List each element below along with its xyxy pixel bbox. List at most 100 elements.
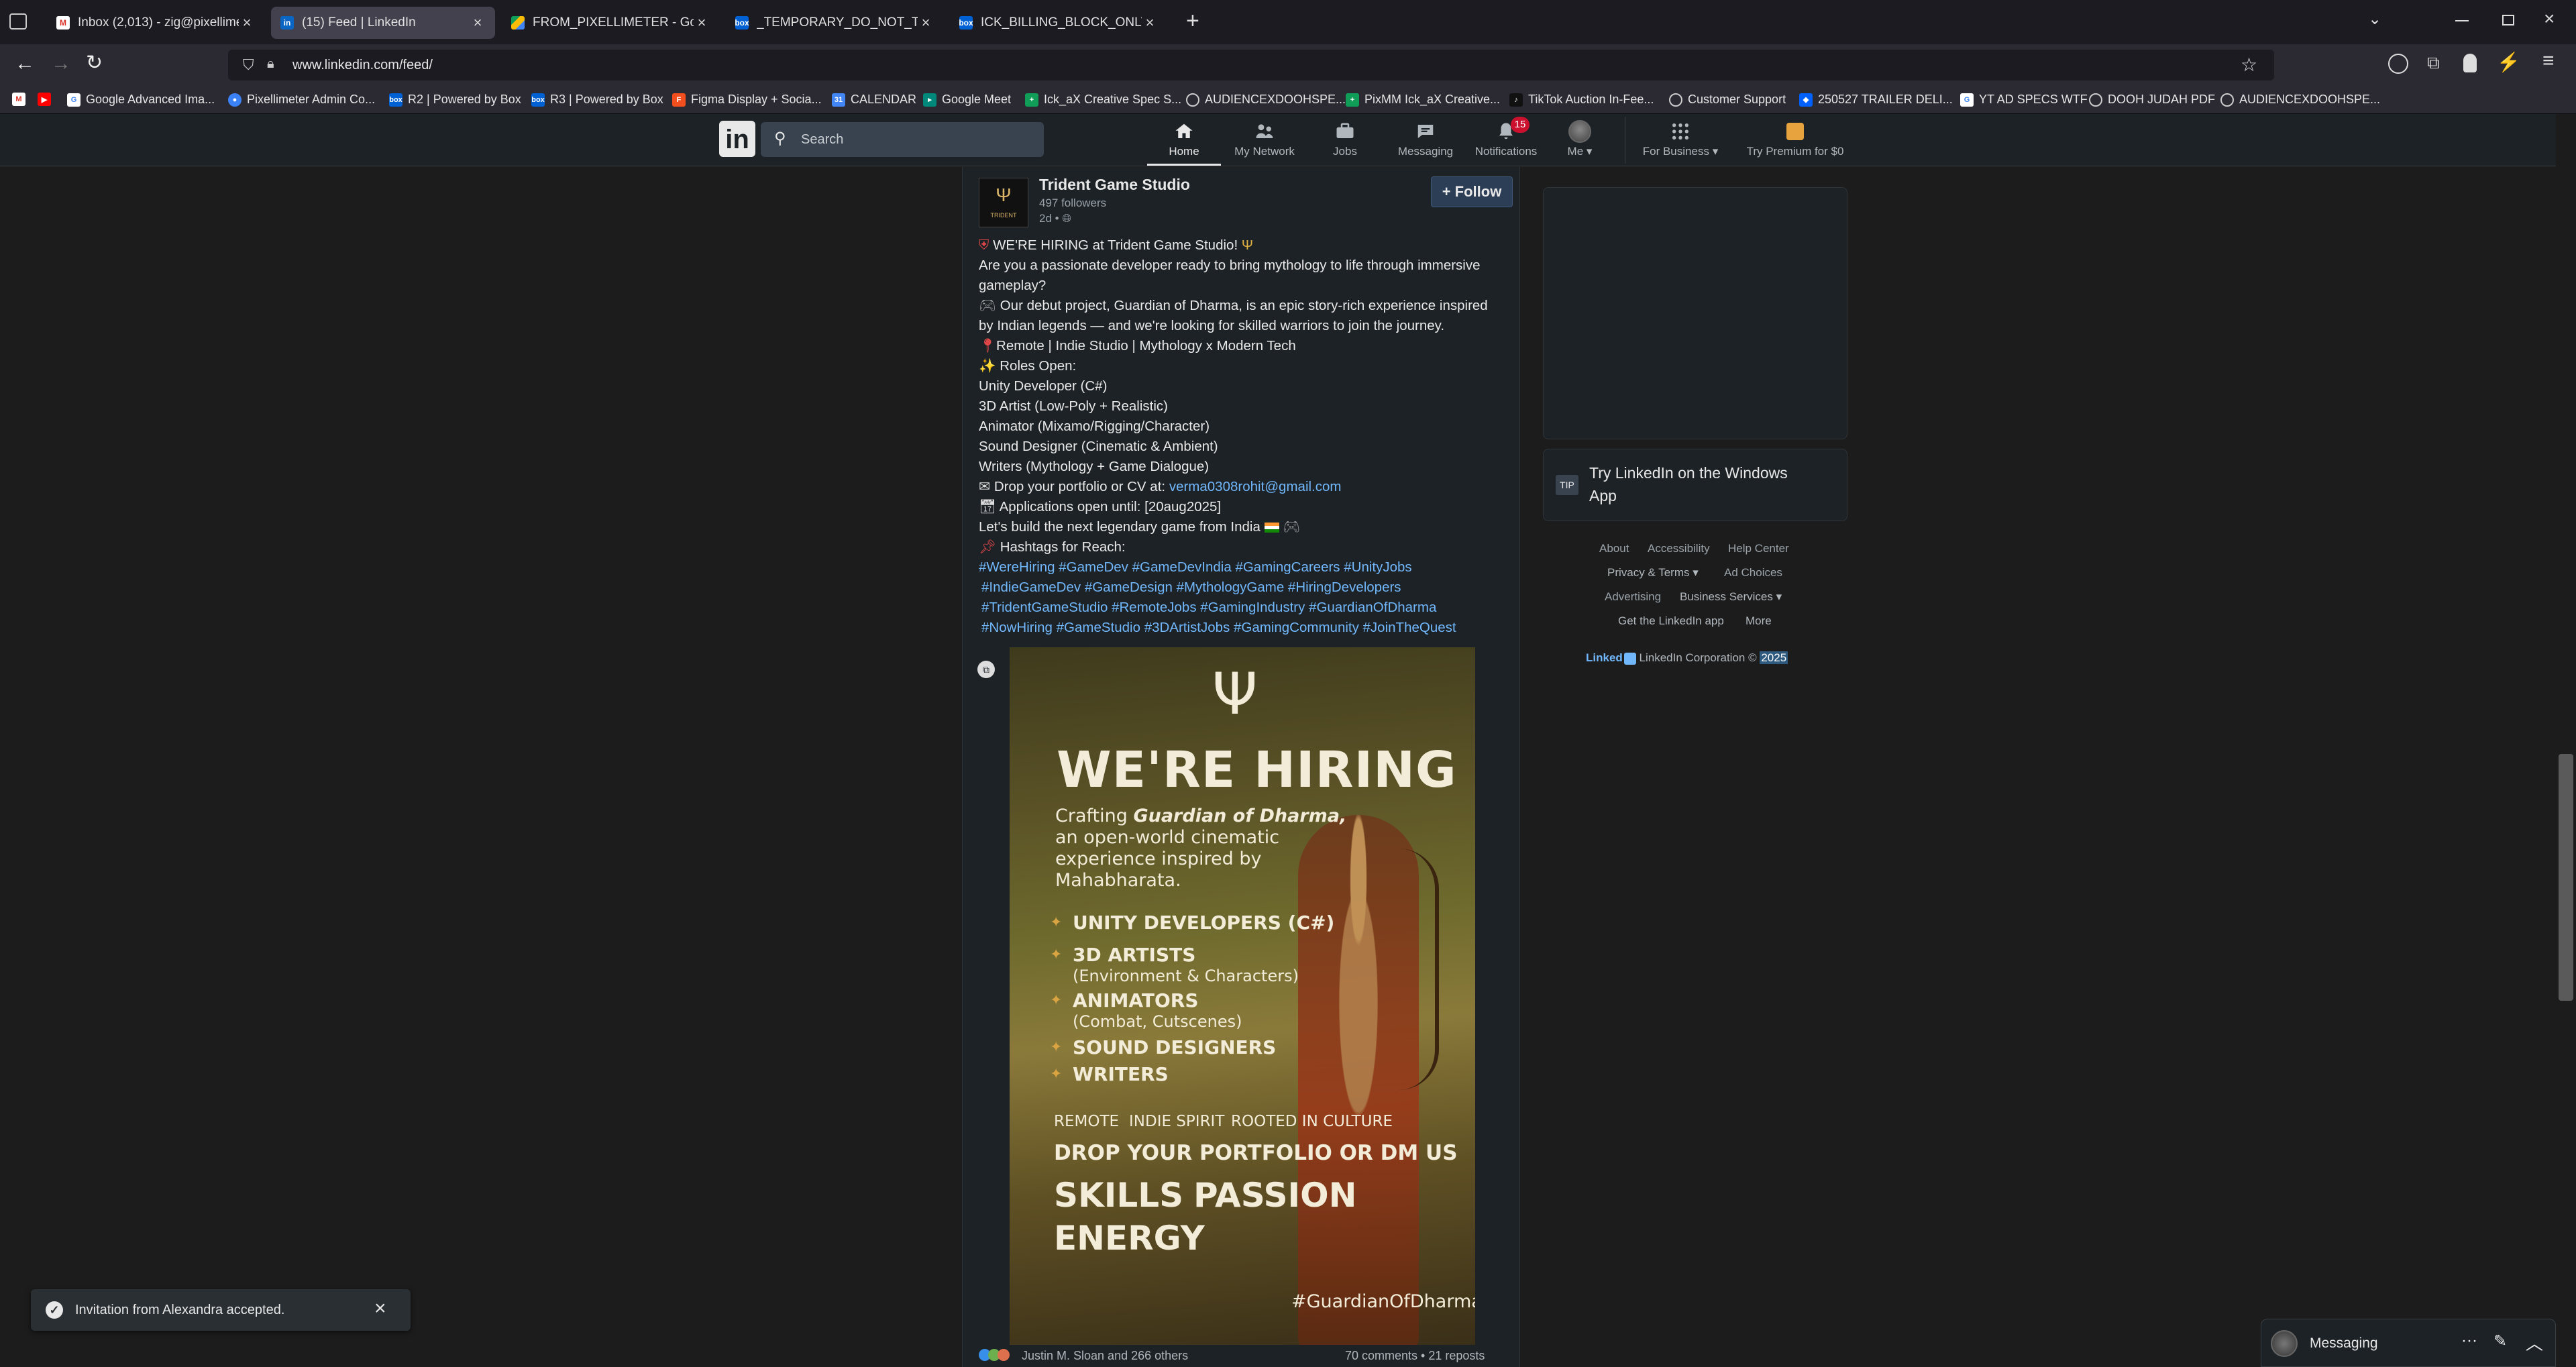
bookmarks-bar: M ▶ G Google Advanced Ima... ● Pixellimete… — [0, 86, 2576, 114]
close-icon[interactable]: × — [470, 14, 486, 32]
bookmark-item[interactable]: box R3 | Powered by Box — [531, 93, 663, 107]
bookmark-item[interactable]: + Ick_aX Creative Spec S... — [1025, 93, 1181, 107]
google-icon: G — [1960, 93, 1974, 107]
new-tab-button[interactable]: + — [1186, 8, 1199, 34]
close-icon[interactable]: × — [1142, 14, 1158, 32]
star-icon[interactable]: ☆ — [2241, 54, 2257, 76]
bookmark-item[interactable]: G YT AD SPECS WTF — [1960, 93, 2088, 107]
bookmark-item[interactable]: G Google Advanced Ima... — [67, 93, 215, 107]
tab-google-drive[interactable]: FROM_PIXELLIMETER - Google Dri × — [502, 7, 719, 39]
bookmark-label: Ick_aX Creative Spec S... — [1044, 93, 1182, 106]
url-text[interactable]: www.linkedin.com/feed/ — [292, 58, 433, 73]
post-author[interactable]: Trident Game Studio — [1039, 176, 1190, 194]
bookmark-item[interactable]: + PixMM Ick_aX Creative... — [1346, 93, 1500, 107]
footer-link-about[interactable]: About — [1599, 542, 1629, 555]
restore-button[interactable] — [2502, 15, 2514, 25]
gmail-bookmark-icon[interactable]: M — [12, 93, 31, 106]
page-scrollbar-thumb[interactable] — [2559, 754, 2573, 1001]
tab-box-billing[interactable]: box ICK_BILLING_BLOCK_ONLY.jpg | Po × — [950, 7, 1167, 39]
shield-icon[interactable]: ⛉ — [243, 56, 254, 74]
hashtag-line[interactable]: #TridentGameStudio #RemoteJobs #GamingIn… — [981, 598, 1436, 618]
linkedin-logo[interactable]: in — [719, 121, 755, 157]
bookmark-item[interactable]: ● Pixellimeter Admin Co... — [228, 93, 375, 107]
poster-intro-line: experience inspired by — [1055, 849, 1262, 869]
password-icon[interactable] — [2463, 54, 2477, 72]
nav-home[interactable]: Home — [1140, 118, 1228, 166]
company-logo[interactable]: Ψ TRIDENT — [979, 178, 1028, 227]
bookmark-item[interactable]: box R2 | Powered by Box — [389, 93, 521, 107]
post-line: Animator (Mixamo/Rigging/Character) — [979, 419, 1210, 434]
mail-icon: ✉ — [979, 479, 994, 494]
account-icon[interactable] — [2388, 54, 2408, 74]
youtube-bookmark-icon[interactable]: ▶ — [38, 93, 56, 106]
bookmark-item[interactable]: AUDIENCEXDOOHSPE... — [1186, 93, 1346, 107]
footer-link-advertising[interactable]: Advertising — [1605, 590, 1661, 604]
post-line: Sound Designer (Cinematic & Ambient) — [979, 439, 1218, 454]
shield-emoji-icon: ⛨ — [979, 237, 994, 253]
close-icon[interactable]: × — [918, 14, 934, 32]
email-link[interactable]: verma0308rohit@gmail.com — [1169, 479, 1342, 494]
box-icon: box — [959, 16, 973, 30]
footer-link-privacy-terms[interactable]: Privacy & Terms ▾ — [1607, 566, 1699, 580]
nav-my-network[interactable]: My Network — [1221, 118, 1308, 165]
search-input[interactable]: ⚲ Search — [761, 122, 1044, 157]
nav-me[interactable]: Me ▾ — [1543, 118, 1617, 165]
bookmark-item[interactable]: ◆ 250527 TRAILER DELI... — [1799, 93, 1953, 107]
bookmark-item[interactable]: 31 CALENDAR — [832, 93, 916, 107]
tab-list-icon[interactable] — [9, 13, 27, 30]
forward-button[interactable]: → — [51, 52, 71, 75]
tab-gmail[interactable]: M Inbox (2,013) - zig@pixellimeter × — [47, 7, 264, 39]
back-button[interactable]: ← — [15, 52, 35, 75]
hashtag-line[interactable]: #IndieGameDev #GameDesign #MythologyGame… — [981, 578, 1401, 598]
nav-jobs[interactable]: Jobs — [1301, 118, 1389, 165]
lock-icon[interactable]: 🔒︎ — [267, 56, 274, 72]
close-icon[interactable]: × — [374, 1297, 386, 1320]
nav-try-premium[interactable]: Try Premium for $0 — [1735, 118, 1856, 165]
footer-link-get-app[interactable]: Get the LinkedIn app — [1618, 614, 1724, 628]
nav-for-business[interactable]: For Business ▾ — [1630, 118, 1731, 165]
bookmark-item[interactable]: DOOH JUDAH PDF — [2089, 93, 2215, 107]
bookmark-item[interactable]: ▸ Google Meet — [923, 93, 1011, 107]
nav-messaging[interactable]: Messaging — [1382, 118, 1469, 165]
nav-notifications[interactable]: Notifications 15 — [1462, 117, 1550, 165]
figma-icon: F — [672, 93, 686, 107]
more-options-icon[interactable]: ··· — [2461, 1331, 2477, 1350]
caret-down-icon: ▾ — [1712, 145, 1719, 158]
close-icon[interactable]: × — [694, 14, 710, 32]
bookmark-item[interactable]: F Figma Display + Socia... — [672, 93, 822, 107]
hashtag-line[interactable]: #WereHiring #GameDev #GameDevIndia #Gami… — [979, 557, 1412, 578]
page-scrollbar-track[interactable] — [2556, 114, 2576, 1367]
comment-repost-stats[interactable]: 70 comments • 21 reposts — [1345, 1349, 1485, 1363]
extension-icon[interactable]: ⚡ — [2497, 51, 2520, 73]
url-bar[interactable]: ⛉ 🔒︎ www.linkedin.com/feed/ ☆ — [228, 50, 2274, 80]
reaction-icons[interactable] — [979, 1349, 1010, 1363]
post-image[interactable]: Ψ WE'RE HIRING Crafting Guardian of Dhar… — [1010, 647, 1475, 1345]
close-icon[interactable]: × — [239, 14, 255, 32]
reaction-count[interactable]: Justin M. Sloan and 266 others — [1022, 1349, 1188, 1363]
tip-card[interactable]: TIP Try LinkedIn on the Windows App — [1543, 449, 1847, 521]
footer-link-accessibility[interactable]: Accessibility — [1648, 542, 1710, 555]
follow-button[interactable]: + Follow — [1431, 176, 1513, 207]
footer-link-help-center[interactable]: Help Center — [1728, 542, 1789, 555]
bookmark-item[interactable]: Customer Support — [1669, 93, 1786, 107]
footer-link-ad-choices[interactable]: Ad Choices — [1724, 566, 1782, 580]
bookmark-item[interactable]: AUDIENCEXDOOHSPE... — [2220, 93, 2380, 107]
tab-linkedin[interactable]: in (15) Feed | LinkedIn × — [271, 7, 495, 39]
menu-icon[interactable]: ≡ — [2542, 50, 2555, 72]
tab-box-temporary[interactable]: box _TEMPORARY_DO_NOT_TOUCH_ × — [726, 7, 943, 39]
chevron-down-icon[interactable]: ⌄ — [2368, 9, 2381, 29]
footer-link-more[interactable]: More — [1746, 614, 1772, 628]
chevron-up-icon[interactable]: ︿ — [2526, 1330, 2543, 1355]
footer-link-business-services[interactable]: Business Services ▾ — [1680, 590, 1782, 604]
bow-shape — [1399, 849, 1439, 1090]
close-window-button[interactable]: × — [2544, 8, 2555, 30]
extensions-icon[interactable]: ⧉ — [2427, 52, 2440, 74]
poster-intro-line: an open-world cinematic — [1055, 827, 1280, 848]
hashtag-line[interactable]: #NowHiring #GameStudio #3DArtistJobs #Ga… — [981, 618, 1456, 638]
bookmark-item[interactable]: ♪ TikTok Auction In-Fee... — [1509, 93, 1654, 107]
avatar — [1568, 120, 1591, 143]
compose-icon[interactable]: ✎ — [2493, 1331, 2507, 1351]
messaging-panel[interactable]: Messaging ··· ✎ ︿ — [2261, 1319, 2556, 1367]
reload-button[interactable]: ↻ — [86, 51, 103, 74]
minimize-button[interactable] — [2455, 20, 2469, 21]
